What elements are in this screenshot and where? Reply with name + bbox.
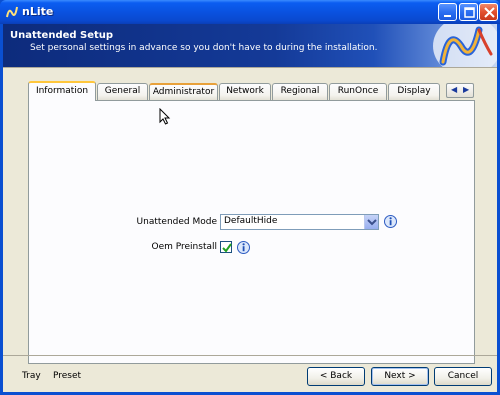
tab-strip: Information General Administrator Networ… (28, 81, 475, 101)
tab-scroll-left-icon[interactable]: ◀ (451, 85, 457, 94)
tab-scroll-right-icon[interactable]: ▶ (463, 85, 469, 94)
footer-divider (3, 355, 497, 356)
tab-panel-information: Unattended Mode DefaultHide Oem Preinsta… (28, 100, 475, 364)
tab-runonce[interactable]: RunOnce (329, 83, 387, 100)
unattended-mode-select[interactable]: DefaultHide (220, 214, 379, 230)
cancel-button[interactable]: Cancel (434, 367, 492, 386)
unattended-mode-value: DefaultHide (224, 216, 278, 226)
tab-administrator[interactable]: Administrator (149, 83, 218, 100)
tab-network[interactable]: Network (219, 83, 271, 100)
back-button[interactable]: < Back (307, 367, 365, 386)
maximize-button[interactable] (459, 3, 478, 21)
oem-preinstall-label: Oem Preinstall (151, 242, 218, 252)
preset-link[interactable]: Preset (53, 371, 81, 381)
checkmark-icon (222, 243, 232, 253)
dropdown-arrow-icon[interactable] (364, 215, 378, 229)
tab-information[interactable]: Information (28, 81, 96, 101)
minimize-button[interactable] (438, 3, 457, 21)
page-subtitle: Set personal settings in advance so you … (30, 43, 378, 53)
tab-display[interactable]: Display (388, 83, 440, 100)
tab-general[interactable]: General (97, 83, 148, 100)
unattended-mode-info-icon[interactable] (384, 215, 397, 228)
unattended-mode-label: Unattended Mode (136, 217, 217, 227)
oem-preinstall-checkbox[interactable] (220, 241, 232, 253)
tray-link[interactable]: Tray (22, 371, 41, 381)
app-icon (6, 6, 18, 18)
window: nLite Unattended Setup Set personal sett… (0, 0, 500, 395)
header-banner: Unattended Setup Set personal settings i… (3, 24, 497, 68)
client-area: Unattended Setup Set personal settings i… (3, 24, 497, 392)
oem-preinstall-info-icon[interactable] (237, 241, 250, 254)
nlite-logo-icon (433, 24, 497, 67)
page-title: Unattended Setup (10, 30, 114, 41)
window-title: nLite (22, 5, 54, 18)
close-button[interactable] (479, 3, 498, 21)
tab-scroll-buttons: ◀ ▶ (446, 83, 474, 98)
mouse-cursor-icon (159, 108, 171, 125)
tab-regional[interactable]: Regional (272, 83, 328, 100)
title-bar[interactable]: nLite (0, 0, 500, 24)
next-button[interactable]: Next > (371, 367, 429, 386)
